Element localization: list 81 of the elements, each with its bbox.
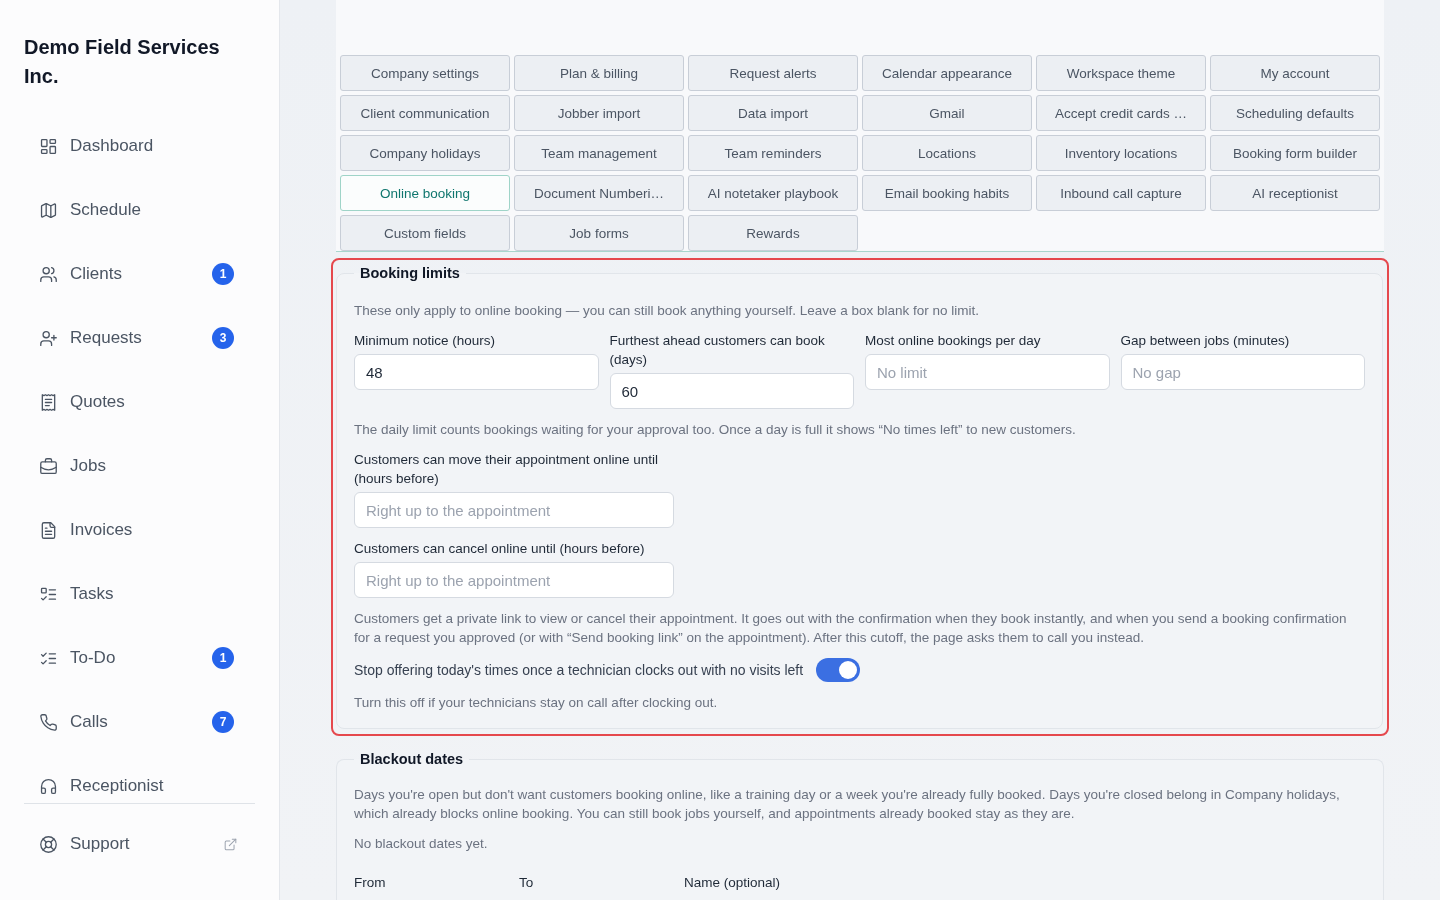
settings-tab[interactable]: Online booking: [340, 175, 510, 211]
nav-item[interactable]: Jobs: [24, 449, 255, 483]
count-badge: 1: [212, 263, 234, 285]
settings-tab[interactable]: My account: [1210, 55, 1380, 91]
settings-tab[interactable]: Email booking habits: [862, 175, 1032, 211]
settings-tab[interactable]: Accept credit cards …: [1036, 95, 1206, 131]
settings-tab[interactable]: Inventory locations: [1036, 135, 1206, 171]
field-label: Furthest ahead customers can book (days): [609, 332, 826, 369]
settings-tab[interactable]: Request alerts: [688, 55, 858, 91]
user-plus-icon: [40, 329, 57, 347]
settings-tab[interactable]: Custom fields: [340, 215, 510, 251]
external-link-icon: [224, 837, 237, 851]
settings-tab[interactable]: Company settings: [340, 55, 510, 91]
document-icon: [40, 521, 57, 539]
section-title: Booking limits: [359, 264, 461, 282]
empty-state-text: No blackout dates yet.: [354, 835, 489, 853]
toggle-switch[interactable]: [816, 658, 861, 682]
field-label: To: [519, 874, 535, 892]
help-text: Turn this off if your technicians stay on call after clocking out.: [354, 694, 719, 712]
nav-item[interactable]: Invoices: [24, 513, 255, 547]
settings-tab[interactable]: Job forms: [514, 215, 684, 251]
settings-tab[interactable]: Team reminders: [688, 135, 858, 171]
help-text: Customers get a private link to view or cancel their appointment. It goes out with the confirmation when they book instantly, and when you send a booking confirmation for a request you approved (or with “Send booking link” on the appointment). After this cutoff, the page asks them to call you instead.: [354, 610, 1348, 647]
field-label: Minimum notice (hours): [354, 332, 497, 350]
settings-tab[interactable]: AI notetaker playbook: [688, 175, 858, 211]
count-badge: 3: [212, 327, 234, 349]
nav-item[interactable]: Calls: [24, 705, 212, 739]
input-field[interactable]: 48: [354, 354, 599, 390]
nav-item[interactable]: Receptionist: [24, 769, 255, 803]
field-label: Name (optional): [684, 874, 782, 892]
section-title: Blackout dates: [359, 751, 465, 768]
settings-tab[interactable]: Inbound call capture: [1036, 175, 1206, 211]
input-field[interactable]: 60: [609, 373, 854, 409]
settings-tab[interactable]: Document Numberi…: [514, 175, 684, 211]
help-text: These only apply to online booking — you can still book anything yourself. Leave a box blank for no limit.: [354, 302, 981, 320]
field-label: From: [354, 874, 387, 892]
field-label: Customers can cancel online until (hours before): [354, 540, 646, 558]
input-field[interactable]: Right up to the appointment: [354, 492, 674, 528]
count-badge: 1: [212, 647, 234, 669]
input-field[interactable]: Right up to the appointment: [354, 562, 674, 598]
settings-tab[interactable]: Company holidays: [340, 135, 510, 171]
settings-tab[interactable]: Data import: [688, 95, 858, 131]
settings-tab[interactable]: Booking form builder: [1210, 135, 1380, 171]
settings-tab[interactable]: Jobber import: [514, 95, 684, 131]
phone-icon: [40, 713, 57, 731]
settings-tab[interactable]: Workspace theme: [1036, 55, 1206, 91]
receipt-icon: [40, 393, 57, 411]
nav-item[interactable]: To-Do: [24, 641, 212, 675]
field-label: Most online bookings per day: [865, 332, 1042, 350]
settings-tab[interactable]: Client communication: [340, 95, 510, 131]
input-field[interactable]: No gap: [1120, 354, 1365, 390]
settings-tab[interactable]: Plan & billing: [514, 55, 684, 91]
help-text: Days you're open but don't want customers booking online, like a training day or a week you're already fully booked. Days you're closed belong in Company holidays, which already blocks online booking. You can still book jobs yourself, and appointments already booked stay as they are.: [354, 786, 1341, 823]
headphones-icon: [40, 777, 57, 795]
field-label: Customers can move their appointment online until (hours before): [354, 451, 659, 488]
settings-tab[interactable]: Gmail: [862, 95, 1032, 131]
nav-item[interactable]: Support: [24, 827, 224, 861]
help-text: The daily limit counts bookings waiting for your approval too. Once a day is full it shows “No times left” to new customers.: [354, 421, 1077, 439]
field-label: Gap between jobs (minutes): [1120, 332, 1291, 350]
nav-item[interactable]: Requests: [24, 321, 212, 355]
settings-tab[interactable]: Rewards: [688, 215, 858, 251]
checklist-icon: [40, 585, 57, 603]
settings-tab[interactable]: AI receptionist: [1210, 175, 1380, 211]
nav-item[interactable]: Clients: [24, 257, 212, 291]
briefcase-icon: [40, 457, 57, 475]
nav-item[interactable]: Quotes: [24, 385, 255, 419]
settings-tab[interactable]: Scheduling defaults: [1210, 95, 1380, 131]
lifebuoy-icon: [40, 835, 57, 853]
settings-tab[interactable]: Team management: [514, 135, 684, 171]
users-icon: [40, 265, 57, 283]
nav-item[interactable]: Dashboard: [24, 129, 255, 163]
settings-tab[interactable]: Locations: [862, 135, 1032, 171]
company-name: Demo Field Services Inc.: [24, 35, 221, 89]
nav-item[interactable]: Tasks: [24, 577, 255, 611]
input-field[interactable]: No limit: [865, 354, 1110, 390]
count-badge: 7: [212, 711, 234, 733]
grid-icon: [40, 137, 57, 155]
nav-item[interactable]: Schedule: [24, 193, 255, 227]
toggle-label: Stop offering today's times once a technician clocks out with no visits left: [354, 660, 804, 680]
settings-tab[interactable]: Calendar appearance: [862, 55, 1032, 91]
map-icon: [40, 201, 57, 219]
